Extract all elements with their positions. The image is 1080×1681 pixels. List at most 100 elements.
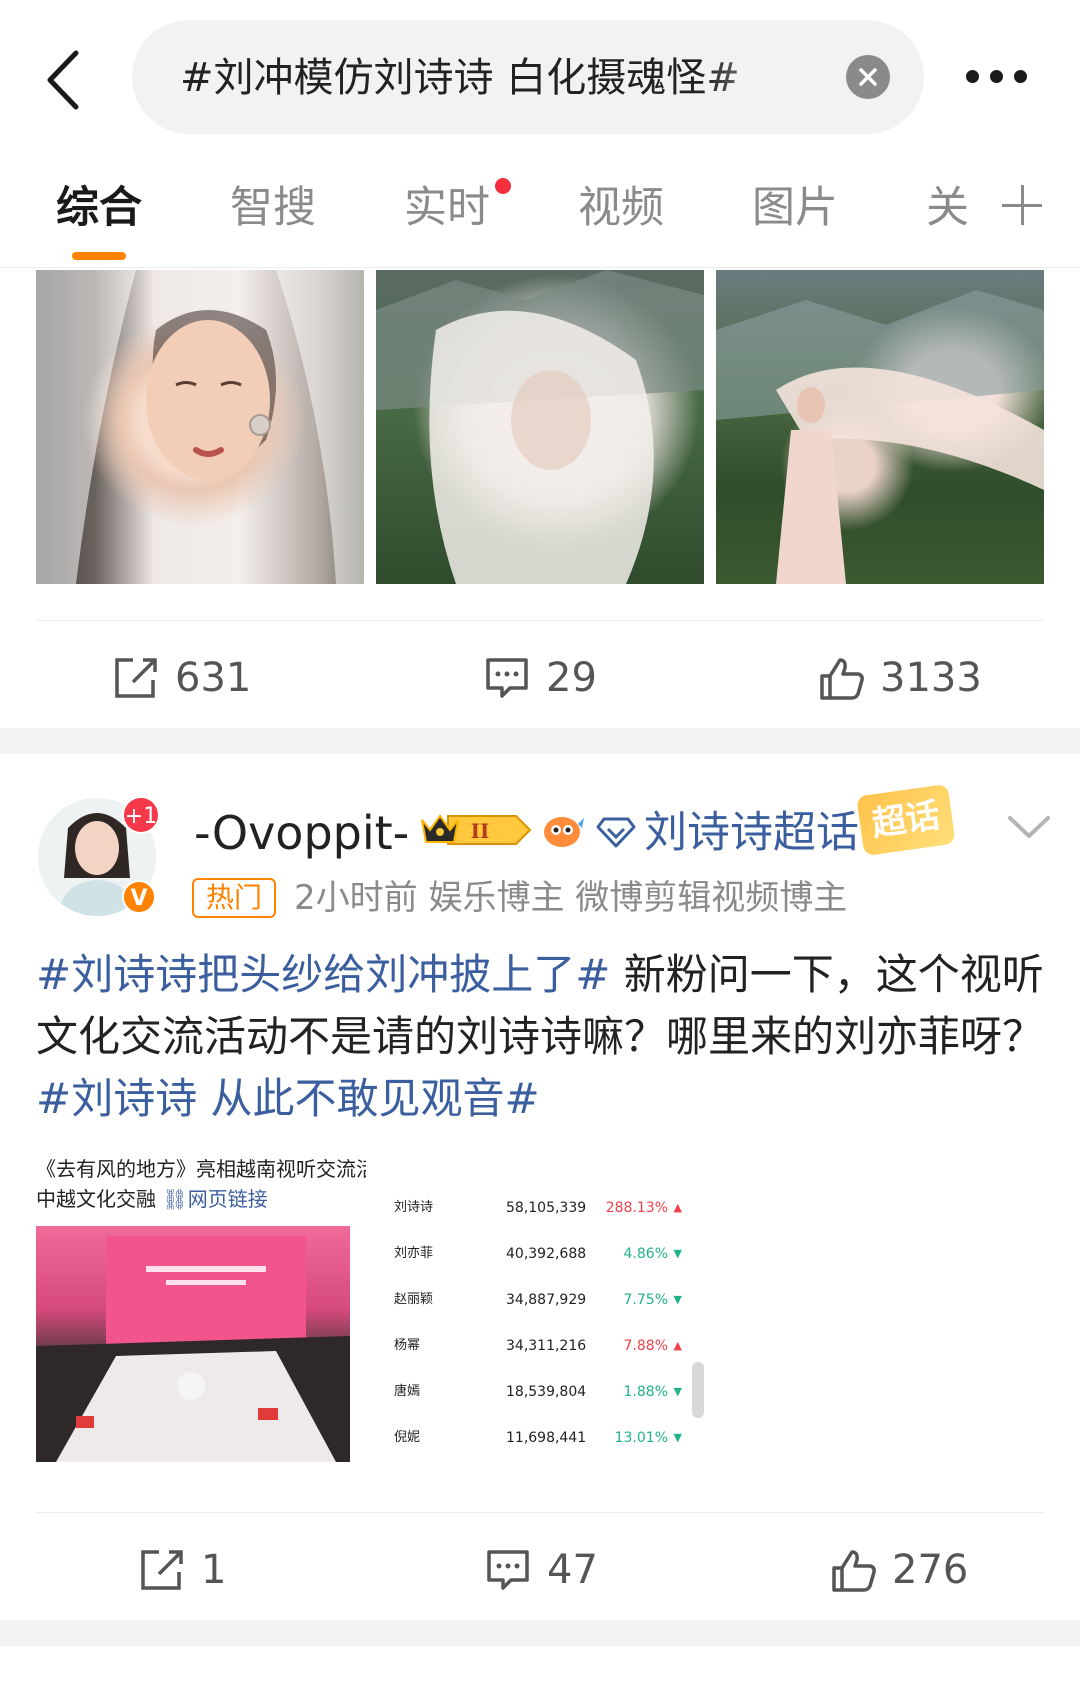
ranking-table-image[interactable]: 刘诗诗 58,105,339 288.13% ▲ 刘亦菲 40,392,688 … <box>394 1150 706 1480</box>
supertopic-badge: 超话 <box>856 783 956 857</box>
comment-count: 47 <box>547 1547 598 1593</box>
search-bar[interactable]: #刘冲模仿刘诗诗 白化摄魂怪# <box>132 20 924 134</box>
hashtag-link[interactable]: #刘诗诗把头纱给刘冲披上了# <box>36 950 610 999</box>
repost-count: 631 <box>175 655 252 701</box>
comment-icon <box>486 658 528 698</box>
like-button[interactable]: 3133 <box>818 648 998 708</box>
table-row: 刘诗诗 58,105,339 288.13% ▲ <box>394 1188 684 1228</box>
verified-badge: V <box>122 880 156 914</box>
post-image-1[interactable] <box>36 270 364 584</box>
clear-button[interactable] <box>846 55 890 99</box>
scrollbar-thumb[interactable] <box>692 1362 704 1418</box>
veil-portrait-illustration <box>36 270 364 584</box>
pet-badge-icon <box>544 817 584 847</box>
tab-follow[interactable]: 关 <box>926 178 969 238</box>
tab-images[interactable]: 图片 <box>752 178 838 238</box>
back-button[interactable] <box>40 45 90 115</box>
like-button[interactable]: 276 <box>830 1540 990 1600</box>
post-body: #刘诗诗把头纱给刘冲披上了# 新粉问一下，这个视听文化交流活动不是请的刘诗诗嘛？… <box>36 944 1044 1130</box>
arrow-down-icon: ▼ <box>673 1385 682 1398</box>
more-options-button[interactable] <box>962 64 1032 92</box>
embedded-link-card[interactable]: 《去有风的地方》亮相越南视听交流活 中越文化交融 ⛓网页链接 <box>36 1154 366 1466</box>
divider <box>36 620 1044 621</box>
row-value: 11,698,441 <box>506 1430 587 1446</box>
dress-landscape-illustration <box>716 290 1044 584</box>
link-card-title: 《去有风的地方》亮相越南视听交流活 <box>36 1157 366 1181</box>
table-row: 倪妮 11,698,441 13.01% ▼ <box>394 1418 684 1458</box>
thumbs-up-icon <box>832 1550 876 1592</box>
like-count: 3133 <box>880 655 982 701</box>
like-count: 276 <box>892 1547 969 1593</box>
thumbs-up-icon <box>820 658 864 700</box>
row-change: 1.88% <box>623 1384 668 1400</box>
share-icon <box>115 658 157 698</box>
comment-count: 29 <box>546 655 597 701</box>
table-row: 唐嫣 18,539,804 1.88% ▼ <box>394 1372 684 1412</box>
row-name: 赵丽颖 <box>394 1292 434 1307</box>
dot-icon <box>966 70 979 83</box>
row-value: 58,105,339 <box>506 1200 587 1216</box>
event-photo[interactable] <box>36 1226 350 1462</box>
link-card-subtitle: 中越文化交融 ⛓网页链接 <box>36 1184 268 1214</box>
row-change: 7.75% <box>623 1292 668 1308</box>
tab-comprehensive[interactable]: 综合 <box>56 178 142 238</box>
comment-button[interactable]: 29 <box>484 648 614 708</box>
search-input[interactable]: #刘冲模仿刘诗诗 白化摄魂怪# <box>180 50 820 106</box>
row-name: 刘诗诗 <box>394 1200 434 1215</box>
dot-icon <box>1014 70 1027 83</box>
row-change: 13.01% <box>614 1430 668 1446</box>
row-change: 288.13% <box>605 1200 668 1216</box>
arrow-down-icon: ▼ <box>673 1247 682 1260</box>
comment-icon <box>487 1550 529 1590</box>
tab-bar: 综合 智搜 实时 视频 图片 关 <box>0 150 1080 268</box>
link-card-subtitle-text: 中越文化交融 <box>36 1187 156 1211</box>
divider <box>36 1512 1044 1513</box>
username[interactable]: -Ovoppit- <box>194 803 409 863</box>
post-image-3[interactable] <box>716 270 1044 584</box>
chevron-left-icon <box>47 50 79 110</box>
supertopic-label: 刘诗诗超话 <box>644 808 859 858</box>
section-separator <box>0 1620 1080 1646</box>
table-row: 刘亦菲 40,392,688 4.86% ▼ <box>394 1234 684 1274</box>
level-badge-text: II <box>471 819 490 843</box>
meeting-room-illustration <box>36 1236 350 1462</box>
row-change: 7.88% <box>623 1338 668 1354</box>
row-value: 34,887,929 <box>506 1292 587 1308</box>
arrow-up-icon: ▲ <box>673 1339 682 1352</box>
row-value: 34,311,216 <box>506 1338 587 1354</box>
post-image-2[interactable] <box>376 270 704 584</box>
veil-landscape-illustration <box>376 270 704 584</box>
tab-video[interactable]: 视频 <box>578 178 664 238</box>
hot-tag: 热门 <box>192 878 276 918</box>
add-tab-button[interactable] <box>1002 185 1042 225</box>
web-link[interactable]: 网页链接 <box>188 1187 268 1211</box>
tab-realtime[interactable]: 实时 <box>404 178 490 238</box>
avatar-notification-badge: +1 <box>122 796 160 834</box>
arrow-down-icon: ▼ <box>673 1431 682 1444</box>
link-icon: ⛓ <box>162 1187 188 1211</box>
top-bar: #刘冲模仿刘诗诗 白化摄魂怪# <box>0 0 1080 150</box>
post-time-and-author-tags: 2小时前 娱乐博主 微博剪辑视频博主 <box>294 878 848 918</box>
share-icon <box>141 1550 183 1590</box>
close-icon <box>859 68 877 86</box>
repost-button[interactable]: 1 <box>139 1540 259 1600</box>
dot-icon <box>990 70 1003 83</box>
row-name: 唐嫣 <box>394 1384 421 1399</box>
arrow-down-icon: ▼ <box>673 1293 682 1306</box>
tab-smart-search[interactable]: 智搜 <box>230 178 316 238</box>
notification-dot <box>495 178 511 194</box>
chevron-down-icon[interactable] <box>1006 812 1052 842</box>
crown-level-badge: II <box>421 814 532 845</box>
diamond-icon <box>596 817 636 848</box>
row-value: 18,539,804 <box>506 1384 587 1400</box>
row-name: 倪妮 <box>394 1430 421 1445</box>
active-tab-indicator <box>72 252 126 260</box>
row-value: 40,392,688 <box>506 1246 587 1262</box>
arrow-up-icon: ▲ <box>673 1201 682 1214</box>
repost-button[interactable]: 631 <box>113 648 273 708</box>
table-row: 杨幂 34,311,216 7.88% ▲ <box>394 1326 684 1366</box>
row-name: 杨幂 <box>394 1338 421 1353</box>
repost-count: 1 <box>201 1547 227 1593</box>
comment-button[interactable]: 47 <box>485 1540 615 1600</box>
hashtag-link[interactable]: #刘诗诗 从此不敢见观音# <box>36 1074 540 1123</box>
